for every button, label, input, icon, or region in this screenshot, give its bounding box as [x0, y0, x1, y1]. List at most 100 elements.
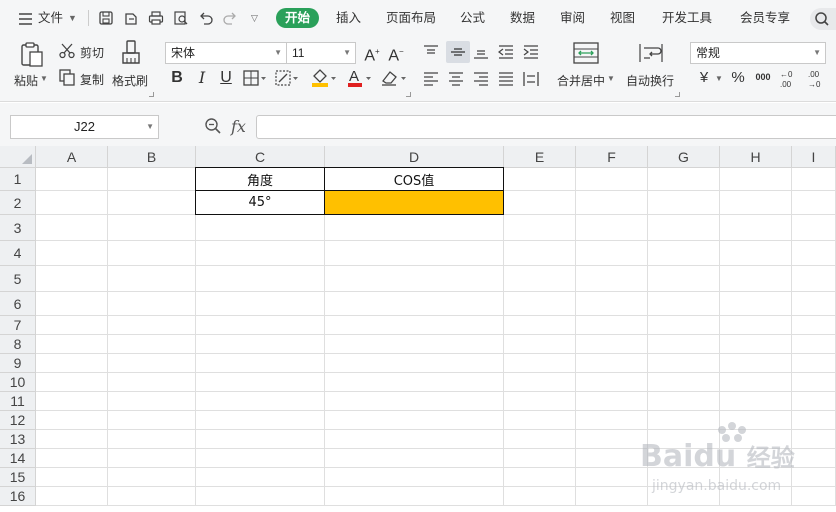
spreadsheet-grid[interactable]: A B C D E F G H I 1 角度 COS值 2 45° 3 4 5 6 7 8 9 10 11 12 13 14 15 1…: [0, 146, 836, 512]
column-header-i[interactable]: I: [792, 146, 836, 168]
cell-g4[interactable]: [648, 241, 720, 266]
cell-h14[interactable]: [720, 449, 792, 468]
align-bottom-icon[interactable]: [472, 44, 490, 60]
cell-a11[interactable]: [36, 392, 108, 411]
borders-icon[interactable]: [243, 70, 267, 86]
cell-e4[interactable]: [504, 241, 576, 266]
percent-format-button[interactable]: %: [730, 69, 746, 87]
cell-h6[interactable]: [720, 292, 792, 316]
cell-i5[interactable]: [792, 266, 836, 292]
cell-g9[interactable]: [648, 354, 720, 373]
row-header-14[interactable]: 14: [0, 449, 36, 468]
justify-icon[interactable]: [497, 71, 515, 87]
cell-i1[interactable]: [792, 168, 836, 191]
cell-f6[interactable]: [576, 292, 648, 316]
cell-h12[interactable]: [720, 411, 792, 430]
print-preview-icon[interactable]: [173, 10, 189, 26]
cell-g13[interactable]: [648, 430, 720, 449]
redo-icon[interactable]: [222, 10, 238, 26]
cell-b4[interactable]: [108, 241, 196, 266]
cell-c9[interactable]: [196, 354, 325, 373]
cell-b9[interactable]: [108, 354, 196, 373]
tab-member[interactable]: 会员专享: [740, 8, 790, 28]
tab-review[interactable]: 审阅: [560, 8, 585, 28]
file-menu[interactable]: 文件: [38, 8, 63, 28]
select-all-corner[interactable]: [0, 146, 36, 168]
cell-e15[interactable]: [504, 468, 576, 487]
cell-e14[interactable]: [504, 449, 576, 468]
cell-h10[interactable]: [720, 373, 792, 392]
font-group-launcher[interactable]: [406, 92, 411, 97]
cell-h8[interactable]: [720, 335, 792, 354]
decrease-decimal-icon[interactable]: .00 →0: [806, 68, 828, 90]
cell-f4[interactable]: [576, 241, 648, 266]
cut-button[interactable]: 剪切: [80, 44, 104, 61]
cell-d2[interactable]: [324, 190, 504, 215]
cell-h11[interactable]: [720, 392, 792, 411]
cell-b12[interactable]: [108, 411, 196, 430]
column-header-d[interactable]: D: [325, 146, 504, 168]
cell-i7[interactable]: [792, 316, 836, 335]
cell-i16[interactable]: [792, 487, 836, 506]
cell-i14[interactable]: [792, 449, 836, 468]
cell-h16[interactable]: [720, 487, 792, 506]
row-header-15[interactable]: 15: [0, 468, 36, 487]
cell-b15[interactable]: [108, 468, 196, 487]
undo-icon[interactable]: [198, 10, 214, 26]
format-painter-icon[interactable]: [121, 40, 141, 66]
cell-d7[interactable]: [325, 316, 504, 335]
cell-a7[interactable]: [36, 316, 108, 335]
copy-icon[interactable]: [58, 68, 76, 86]
cell-b7[interactable]: [108, 316, 196, 335]
font-color-icon[interactable]: A: [346, 68, 374, 88]
italic-button[interactable]: I: [193, 69, 211, 87]
cell-a5[interactable]: [36, 266, 108, 292]
row-header-7[interactable]: 7: [0, 316, 36, 335]
cell-i2[interactable]: [792, 191, 836, 215]
cell-g14[interactable]: [648, 449, 720, 468]
cell-d5[interactable]: [325, 266, 504, 292]
column-header-h[interactable]: H: [720, 146, 792, 168]
scissors-icon[interactable]: [58, 42, 76, 60]
row-header-3[interactable]: 3: [0, 215, 36, 241]
cell-f14[interactable]: [576, 449, 648, 468]
cell-g6[interactable]: [648, 292, 720, 316]
cell-h5[interactable]: [720, 266, 792, 292]
cell-c8[interactable]: [196, 335, 325, 354]
cell-f3[interactable]: [576, 215, 648, 241]
cell-i4[interactable]: [792, 241, 836, 266]
cell-a1[interactable]: [36, 168, 108, 191]
clear-format-icon[interactable]: [380, 68, 408, 88]
save-icon[interactable]: [98, 10, 114, 26]
align-left-icon[interactable]: [422, 71, 440, 87]
cell-c13[interactable]: [196, 430, 325, 449]
cell-c11[interactable]: [196, 392, 325, 411]
search-icon[interactable]: [810, 8, 836, 30]
cell-g8[interactable]: [648, 335, 720, 354]
column-header-e[interactable]: E: [504, 146, 576, 168]
cell-style-icon[interactable]: [275, 70, 299, 86]
tab-formulas[interactable]: 公式: [460, 8, 485, 28]
font-name-select[interactable]: 宋体 ▼: [165, 42, 287, 64]
tab-data[interactable]: 数据: [510, 8, 535, 28]
currency-format-button[interactable]: ¥: [696, 69, 712, 87]
cell-g12[interactable]: [648, 411, 720, 430]
cell-c16[interactable]: [196, 487, 325, 506]
cell-d16[interactable]: [325, 487, 504, 506]
align-top-icon[interactable]: [422, 44, 440, 60]
cell-f9[interactable]: [576, 354, 648, 373]
quick-access-chevron-icon[interactable]: ▽: [251, 8, 258, 28]
cell-a2[interactable]: [36, 191, 108, 215]
cell-g15[interactable]: [648, 468, 720, 487]
cell-a10[interactable]: [36, 373, 108, 392]
cell-c14[interactable]: [196, 449, 325, 468]
paste-button[interactable]: 粘贴: [14, 72, 38, 89]
increase-font-size-icon[interactable]: A+: [362, 43, 382, 65]
cell-a3[interactable]: [36, 215, 108, 241]
zoom-function-icon[interactable]: [204, 117, 222, 135]
cell-e11[interactable]: [504, 392, 576, 411]
increase-decimal-icon[interactable]: ←0.00: [778, 68, 800, 90]
cell-i10[interactable]: [792, 373, 836, 392]
cell-i11[interactable]: [792, 392, 836, 411]
column-header-c[interactable]: C: [196, 146, 325, 168]
